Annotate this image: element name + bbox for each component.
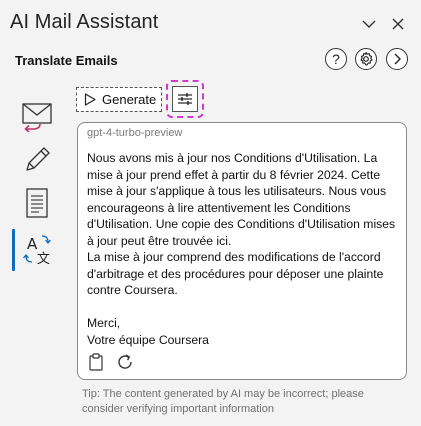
generation-settings-button[interactable] xyxy=(166,80,204,118)
help-icon[interactable]: ? xyxy=(325,48,347,70)
translate-icon[interactable]: A 文 xyxy=(12,224,62,274)
tip-text: Tip: The content generated by AI may be … xyxy=(82,388,364,415)
generate-button[interactable]: Generate xyxy=(76,87,162,112)
document-icon[interactable] xyxy=(12,178,62,228)
card-actions xyxy=(88,353,134,376)
result-card: gpt-4-turbo-preview Nous avons mis à jou… xyxy=(77,122,407,380)
play-icon xyxy=(84,93,96,106)
refresh-icon[interactable] xyxy=(116,353,134,376)
reply-mail-icon[interactable] xyxy=(12,90,62,140)
title-bar: AI Mail Assistant xyxy=(0,0,421,46)
translated-text[interactable]: Nous avons mis à jour nos Conditions d'U… xyxy=(87,150,403,348)
app-title: AI Mail Assistant xyxy=(10,11,159,33)
panel-title: Translate Emails xyxy=(15,53,118,68)
chevron-down-icon[interactable] xyxy=(359,14,379,34)
clipboard-icon[interactable] xyxy=(88,353,104,376)
model-name: gpt-4-turbo-preview xyxy=(87,127,183,139)
sliders-icon xyxy=(172,86,198,112)
chevron-right-icon[interactable] xyxy=(386,48,408,70)
gear-icon[interactable] xyxy=(355,48,377,70)
generate-label: Generate xyxy=(102,92,157,107)
close-icon[interactable] xyxy=(388,14,408,34)
svg-text:A: A xyxy=(27,235,38,253)
svg-text:文: 文 xyxy=(37,252,50,266)
active-indicator xyxy=(12,229,15,271)
